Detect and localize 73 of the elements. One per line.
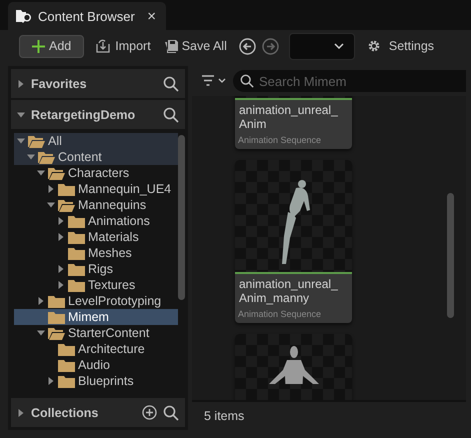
scrollbar-thumb[interactable] <box>178 135 185 300</box>
folder-tree-item[interactable]: LevelPrototyping <box>14 293 178 309</box>
import-button[interactable]: Import <box>94 34 153 58</box>
asset-name: animation_unreal_Anim <box>238 102 339 131</box>
item-count: 5 items <box>192 400 466 430</box>
filter-icon[interactable] <box>202 75 227 87</box>
asset-card[interactable]: animation_unreal_Anim_manny Animation Sequence <box>235 160 352 323</box>
folder-icon <box>48 310 65 324</box>
back-button[interactable] <box>238 38 256 54</box>
folder-icon <box>48 166 65 180</box>
folder-tree-item[interactable]: Rigs <box>14 261 178 277</box>
asset-type: Animation Sequence <box>237 134 322 147</box>
folder-tree-item[interactable]: Materials <box>14 229 178 245</box>
asset-type: Animation Sequence <box>237 308 322 321</box>
folder-tree-item[interactable]: StarterContent <box>14 325 178 341</box>
folder-tree-item[interactable]: Characters <box>14 165 178 181</box>
add-button[interactable]: Add <box>19 34 84 58</box>
folder-icon <box>68 262 85 276</box>
collections-title: Collections <box>31 406 100 420</box>
folder-icon <box>28 134 45 148</box>
collections-header[interactable]: Collections <box>11 398 185 427</box>
folder-icon <box>58 182 75 196</box>
project-header[interactable]: RetargetingDemo <box>11 100 185 129</box>
asset-card[interactable]: animation_unreal_Anim Animation Sequence <box>235 96 352 149</box>
save-icon <box>164 40 178 52</box>
project-title: RetargetingDemo <box>31 108 136 122</box>
folder-icon <box>38 150 55 164</box>
folder-tree-item[interactable]: All <box>14 133 178 149</box>
folder-tree-item[interactable]: Meshes <box>14 245 178 261</box>
folder-icon <box>58 358 75 372</box>
folder-icon <box>58 342 75 356</box>
folder-icon <box>68 230 85 244</box>
folder-icon <box>68 278 85 292</box>
favorites-title: Favorites <box>31 76 88 90</box>
save-all-button[interactable]: Save All <box>162 34 229 58</box>
close-button[interactable]: × <box>143 8 160 24</box>
folder-icon <box>58 198 75 212</box>
settings-icon <box>366 39 381 53</box>
settings-button[interactable]: Settings <box>364 34 436 58</box>
caret-icon[interactable] <box>37 329 45 337</box>
folder-tree-item[interactable]: Mannequins <box>14 197 178 213</box>
caret-icon[interactable] <box>37 297 45 305</box>
content-browser-tab[interactable]: Content Browser × <box>8 2 166 30</box>
search-icon[interactable] <box>163 106 179 122</box>
folder-tree-item[interactable]: Animations <box>14 213 178 229</box>
search-icon[interactable] <box>163 76 179 92</box>
favorites-header[interactable]: Favorites <box>11 69 185 98</box>
asset-name: animation_unreal_Anim_manny <box>238 276 339 305</box>
folder-tree-item[interactable]: Content <box>14 149 178 165</box>
folder-tree-item[interactable]: Mimem <box>14 309 178 325</box>
add-circle-icon[interactable] <box>142 405 157 420</box>
folder-tree-item[interactable]: Textures <box>14 277 178 293</box>
folder-tree-item[interactable]: Audio <box>14 357 178 373</box>
chevron-down-icon <box>334 43 344 49</box>
search-field[interactable]: Search Mimem <box>233 70 466 92</box>
caret-icon[interactable] <box>17 110 25 118</box>
folder-tree-item[interactable]: Architecture <box>14 341 178 357</box>
folder-icon <box>68 246 85 260</box>
folder-tree-item[interactable]: Blueprints <box>14 373 178 389</box>
tab-title: Content Browser <box>38 8 136 24</box>
search-icon[interactable] <box>240 74 254 88</box>
folder-icon <box>58 374 75 388</box>
caret-icon[interactable] <box>17 408 25 416</box>
folder-search-icon <box>16 9 32 23</box>
folder-icon <box>68 214 85 228</box>
caret-icon[interactable] <box>47 377 55 385</box>
scrollbar-thumb[interactable] <box>447 193 454 318</box>
folder-icon <box>48 326 65 340</box>
caret-icon[interactable] <box>17 80 25 88</box>
search-icon[interactable] <box>163 404 179 420</box>
plus-icon <box>32 40 45 52</box>
folder-tree-item[interactable]: Mannequin_UE4 <box>14 181 178 197</box>
import-icon <box>96 39 112 53</box>
